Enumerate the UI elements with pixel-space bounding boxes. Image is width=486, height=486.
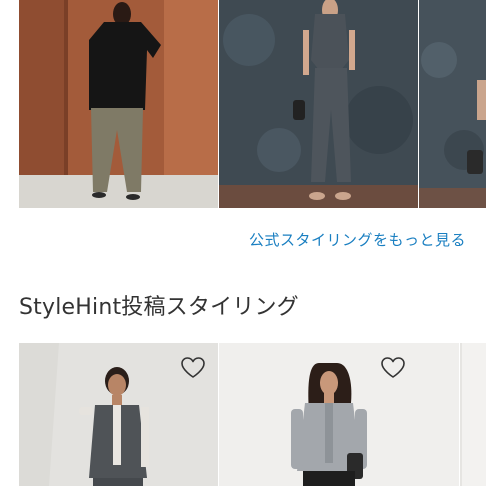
photo-model-gray-vest-set-icon xyxy=(219,0,418,208)
official-styling-image-3[interactable] xyxy=(419,0,486,208)
official-styling-image-2[interactable] xyxy=(219,0,418,208)
photo-model-black-blouse-icon xyxy=(19,0,218,208)
stylehint-post-image-2[interactable] xyxy=(219,343,459,486)
favorite-button-post-1[interactable] xyxy=(180,356,206,380)
favorite-button-post-2[interactable] xyxy=(380,356,406,380)
photo-partial-icon xyxy=(460,343,486,486)
heart-outline-icon xyxy=(381,357,405,378)
more-official-styling-link[interactable]: 公式スタイリングをもっと見る xyxy=(249,229,466,250)
stylehint-section-title: StyleHint投稿スタイリング xyxy=(19,295,299,320)
official-styling-image-1[interactable] xyxy=(19,0,218,208)
photo-model-gray-outfit-icon xyxy=(419,0,486,208)
heart-outline-icon xyxy=(181,357,205,378)
photo-model-gray-cardigan-icon xyxy=(219,343,459,486)
stylehint-post-image-3[interactable] xyxy=(460,343,486,486)
